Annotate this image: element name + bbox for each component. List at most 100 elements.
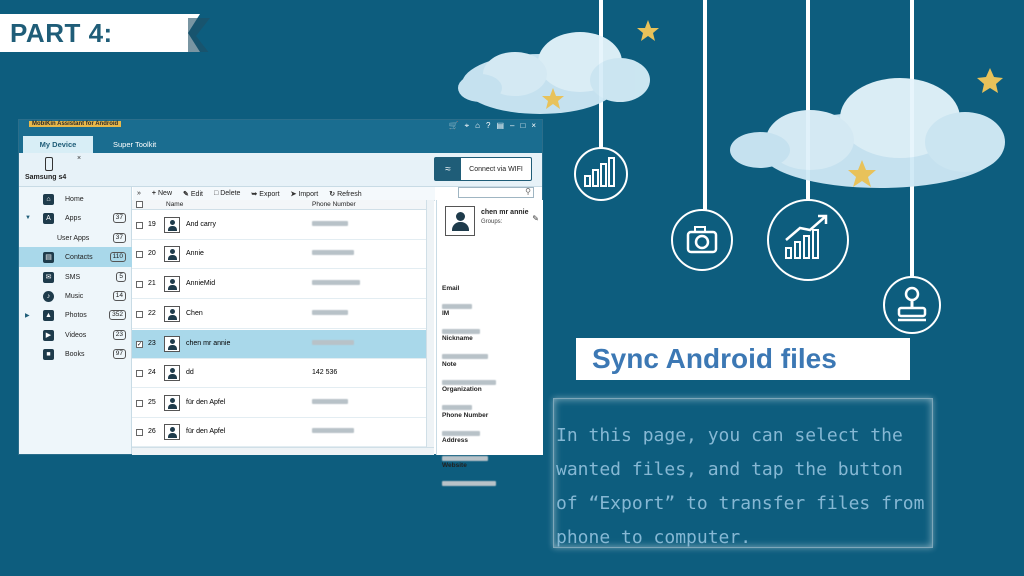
edit-contact-icon[interactable]: ✎ bbox=[532, 214, 539, 223]
row-number: 24 bbox=[148, 369, 156, 376]
blurred-value bbox=[442, 304, 472, 309]
blurred-phone bbox=[312, 340, 354, 345]
contact-name: AnnieMid bbox=[186, 280, 216, 287]
table-row[interactable]: 22 Chen bbox=[132, 300, 434, 329]
blurred-value bbox=[442, 431, 480, 436]
row-checkbox[interactable] bbox=[136, 311, 143, 318]
table-row[interactable]: ✓ 23 chen mr annie bbox=[132, 330, 434, 359]
contact-avatar-icon bbox=[164, 217, 180, 233]
contact-name: And carry bbox=[186, 221, 216, 228]
blurred-phone bbox=[312, 310, 348, 315]
row-number: 25 bbox=[148, 399, 156, 406]
section-heading: Sync Android files bbox=[592, 343, 837, 374]
contact-name: dd bbox=[186, 369, 194, 376]
description-text: In this page, you can select the wanted … bbox=[556, 425, 925, 548]
cloud-left-icon bbox=[458, 32, 650, 114]
star-icon bbox=[542, 88, 564, 109]
table-row[interactable]: 19 And carry bbox=[132, 211, 434, 240]
row-checkbox[interactable] bbox=[136, 251, 143, 258]
blurred-value bbox=[442, 354, 488, 359]
row-checkbox[interactable]: ✓ bbox=[136, 341, 143, 348]
contact-phone bbox=[312, 310, 348, 317]
camera-icon bbox=[671, 209, 733, 271]
blurred-value bbox=[442, 380, 496, 385]
row-number: 26 bbox=[148, 428, 156, 435]
blurred-phone bbox=[312, 428, 354, 433]
contact-avatar-icon bbox=[164, 365, 180, 381]
table-row[interactable]: 20 Annie bbox=[132, 240, 434, 269]
contact-phone bbox=[312, 250, 354, 257]
contacts-area: Name Phone Number 19 And carry 20 Annie 21 An… bbox=[18, 119, 543, 486]
blurred-phone bbox=[312, 221, 348, 226]
contact-avatar-icon bbox=[164, 246, 180, 262]
signal-bars-icon bbox=[574, 147, 628, 201]
table-row[interactable]: 21 AnnieMid bbox=[132, 270, 434, 299]
star-icon bbox=[848, 160, 876, 187]
row-number: 23 bbox=[148, 340, 156, 347]
star-icon bbox=[977, 68, 1003, 93]
contact-avatar-icon bbox=[164, 424, 180, 440]
select-all-checkbox[interactable] bbox=[136, 201, 143, 208]
contact-avatar-icon bbox=[164, 306, 180, 322]
contact-name: Chen bbox=[186, 310, 203, 317]
contact-phone bbox=[312, 280, 360, 287]
detail-field-label: Phone Number bbox=[442, 412, 489, 419]
contact-name: chen mr annie bbox=[481, 209, 529, 216]
heading-box: Sync Android files bbox=[576, 338, 910, 380]
table-row[interactable]: 25 für den Apfel bbox=[132, 389, 434, 418]
contact-avatar-icon bbox=[164, 276, 180, 292]
row-checkbox[interactable] bbox=[136, 222, 143, 229]
contact-name: für den Apfel bbox=[186, 399, 226, 406]
contact-phone: 142 536 bbox=[312, 369, 338, 376]
contact-name: chen mr annie bbox=[186, 340, 231, 347]
row-number: 20 bbox=[148, 250, 156, 257]
part-title: PART 4: bbox=[10, 18, 113, 48]
blurred-phone bbox=[312, 250, 354, 255]
table-row[interactable]: 26 für den Apfel bbox=[132, 418, 434, 447]
row-number: 19 bbox=[148, 221, 156, 228]
row-checkbox[interactable] bbox=[136, 400, 143, 407]
vertical-scrollbar[interactable] bbox=[426, 200, 434, 455]
row-checkbox[interactable] bbox=[136, 429, 143, 436]
detail-field-label: Email bbox=[442, 285, 460, 292]
contact-avatar-icon bbox=[164, 336, 180, 352]
contact-avatar bbox=[445, 206, 475, 236]
contact-avatar-icon bbox=[164, 395, 180, 411]
contact-phone bbox=[312, 221, 348, 228]
contact-phone bbox=[312, 428, 354, 435]
cloud-right-icon bbox=[730, 78, 1005, 188]
contact-detail-panel: chen mr annie Groups: ✎ Email IM Nickname N… bbox=[436, 200, 543, 486]
contact-phone bbox=[312, 399, 348, 406]
star-icon bbox=[637, 20, 659, 41]
detail-field-value bbox=[442, 473, 496, 491]
column-header-phone[interactable]: Phone Number bbox=[312, 201, 356, 208]
row-checkbox[interactable] bbox=[136, 370, 143, 377]
table-row[interactable]: 24 dd 142 536 bbox=[132, 359, 434, 388]
blurred-phone bbox=[312, 399, 348, 404]
blurred-value bbox=[442, 456, 488, 461]
contact-name: für den Apfel bbox=[186, 428, 226, 435]
blurred-value bbox=[442, 329, 480, 334]
detail-field-label: IM bbox=[442, 310, 450, 317]
detail-field-label: Nickname bbox=[442, 335, 473, 342]
description-box: In this page, you can select the wanted … bbox=[553, 398, 933, 548]
growth-chart-icon bbox=[767, 199, 849, 281]
row-number: 22 bbox=[148, 310, 156, 317]
contact-groups: Groups: bbox=[481, 219, 503, 225]
stamp-icon bbox=[883, 276, 941, 334]
detail-field-label: Organization bbox=[442, 386, 482, 393]
row-checkbox[interactable] bbox=[136, 281, 143, 288]
contact-name: Annie bbox=[186, 250, 204, 257]
table-header: Name Phone Number bbox=[132, 200, 434, 210]
detail-field-label: Address bbox=[442, 437, 469, 444]
blurred-value bbox=[442, 481, 496, 486]
detail-field-label: Note bbox=[442, 361, 457, 368]
column-header-name[interactable]: Name bbox=[166, 201, 183, 208]
blurred-phone bbox=[312, 280, 360, 285]
detail-field-label: Website bbox=[442, 462, 467, 469]
horizontal-scrollbar[interactable] bbox=[132, 447, 434, 455]
row-number: 21 bbox=[148, 280, 156, 287]
blurred-value bbox=[442, 405, 472, 410]
contact-phone bbox=[312, 340, 354, 347]
part-banner: PART 4: bbox=[0, 14, 212, 52]
